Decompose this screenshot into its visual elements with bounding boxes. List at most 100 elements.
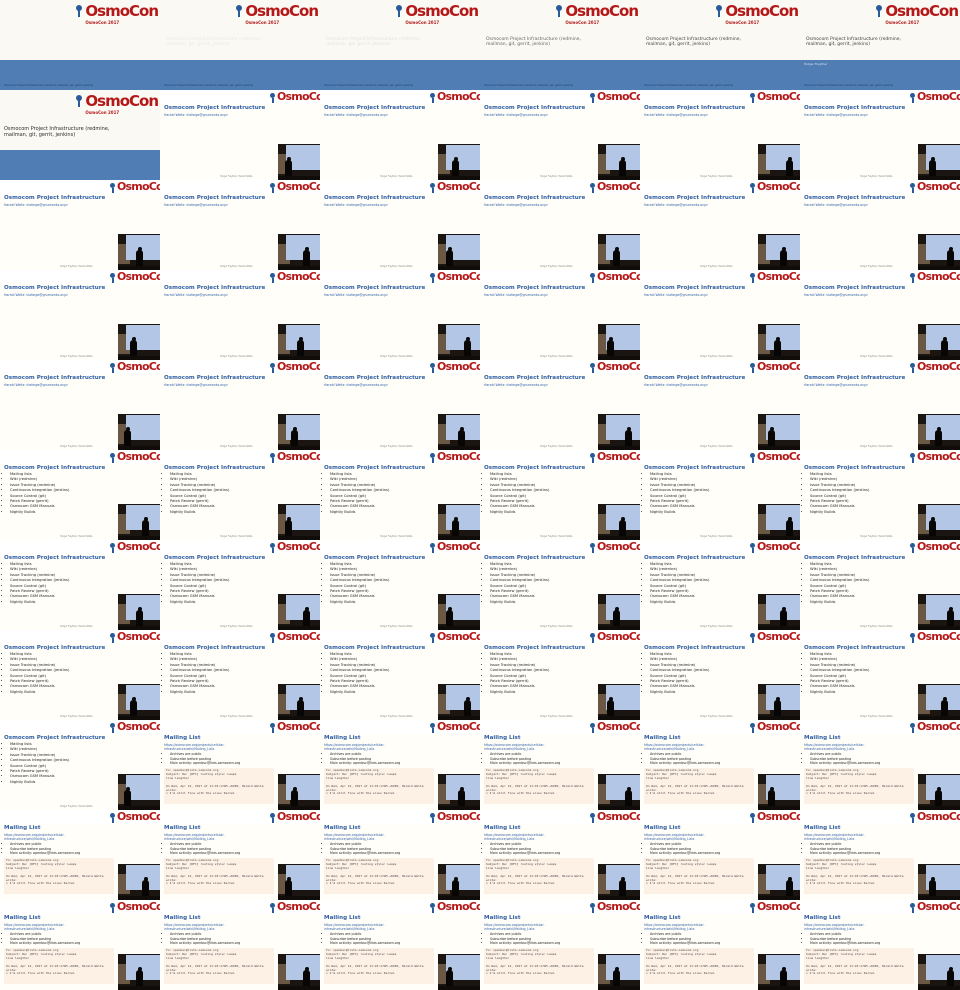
video-frame-thumbnail[interactable]: OsmoCon Osmocom Project InfrastructureMai… (0, 630, 160, 720)
camera-inset (438, 774, 480, 810)
slide-heading: Osmocom Project Infrastructure (804, 465, 906, 471)
video-frame-thumbnail[interactable]: OsmoCon Mailing List https://osmocom.org/p… (0, 900, 160, 990)
video-frame-thumbnail[interactable]: OsmoCon Osmocom Project InfrastructureMai… (480, 630, 640, 720)
video-frame-thumbnail[interactable]: OsmoCon Osmocom Project InfrastructureMai… (640, 540, 800, 630)
video-frame-thumbnail[interactable]: OsmoCon Osmocom Project Infrastructure Har… (320, 270, 480, 360)
video-frame-thumbnail[interactable]: OsmoCon Osmocom Project Infrastructure Har… (320, 180, 480, 270)
slide-header: OsmoCon (480, 180, 640, 194)
video-frame-thumbnail[interactable]: OsmoCon Osmocom Project InfrastructureMai… (0, 450, 160, 540)
slide-heading: Osmocom Project Infrastructure (164, 105, 266, 111)
video-frame-thumbnail[interactable]: OsmoCon Mailing List https://osmocom.org/p… (480, 720, 640, 810)
video-frame-thumbnail[interactable]: OsmoCon Osmocom Project InfrastructureMai… (800, 450, 960, 540)
video-frame-thumbnail[interactable]: OsmoCon Osmocom Project Infrastructure Har… (160, 180, 320, 270)
bullet-item: Main activity: openbsc@lists.osmocom.org (490, 851, 560, 856)
logo-slide: OsmoCon OsmoCon 2017 (0, 0, 160, 60)
video-frame-thumbnail[interactable]: OsmoCon OsmoCon 2017 Osmocom Project Infra… (800, 0, 960, 90)
video-frame-thumbnail[interactable]: OsmoCon Osmocom Project Infrastructure Har… (480, 90, 640, 180)
bullet-item: Continuous Integration (jenkins) (810, 668, 869, 673)
video-frame-thumbnail[interactable]: OsmoCon Osmocom Project Infrastructure Har… (160, 360, 320, 450)
video-frame-thumbnail[interactable]: OsmoCon Osmocom Project Infrastructure Har… (480, 180, 640, 270)
video-frame-thumbnail[interactable]: OsmoCon Mailing List https://osmocom.org/p… (640, 810, 800, 900)
slide-footer: Holger Freyther, Harald Welte (60, 715, 93, 718)
speaker-head (769, 427, 774, 431)
video-frame-thumbnail[interactable]: OsmoCon Osmocom Project Infrastructure Har… (800, 90, 960, 180)
video-frame-thumbnail[interactable]: OsmoCon Osmocom Project Infrastructure Har… (800, 180, 960, 270)
video-frame-thumbnail[interactable]: OsmoCon Osmocom Project InfrastructureMai… (640, 630, 800, 720)
video-frame-thumbnail[interactable]: OsmoCon Osmocom Project InfrastructureMai… (0, 540, 160, 630)
video-frame-thumbnail[interactable]: OsmoCon Osmocom Project Infrastructure Har… (640, 270, 800, 360)
logo-text: OsmoCon (277, 900, 320, 913)
speaker-head (769, 787, 774, 791)
video-frame-thumbnail[interactable]: OsmoCon Osmocom Project Infrastructure Har… (160, 270, 320, 360)
video-frame-thumbnail[interactable]: OsmoCon Mailing List https://osmocom.org/p… (640, 720, 800, 810)
video-frame-thumbnail[interactable]: OsmoCon Mailing List https://osmocom.org/p… (320, 720, 480, 810)
video-frame-thumbnail[interactable]: OsmoCon OsmoCon 2017 Osmocom Project Infra… (0, 0, 160, 90)
video-frame-thumbnail[interactable]: OsmoCon Osmocom Project InfrastructureMai… (0, 720, 160, 810)
video-frame-thumbnail[interactable]: OsmoCon Osmocom Project InfrastructureMai… (480, 540, 640, 630)
antenna-icon (555, 4, 563, 17)
video-frame-thumbnail[interactable]: OsmoCon Osmocom Project Infrastructure Har… (320, 90, 480, 180)
title-footer: Osmocom Project Infrastructure (redmine,… (644, 84, 734, 87)
video-frame-thumbnail[interactable]: OsmoCon Osmocom Project Infrastructure Har… (0, 270, 160, 360)
camera-inset (438, 414, 480, 450)
video-frame-thumbnail[interactable]: OsmoCon Osmocom Project InfrastructureMai… (800, 540, 960, 630)
video-frame-thumbnail[interactable]: OsmoCon Osmocom Project Infrastructure Har… (160, 90, 320, 180)
video-frame-thumbnail[interactable]: OsmoCon Mailing List https://osmocom.org/p… (800, 900, 960, 990)
video-frame-thumbnail[interactable]: OsmoCon Mailing List https://osmocom.org/p… (320, 900, 480, 990)
bullet-item: Continuous Integration (jenkins) (330, 668, 389, 673)
video-frame-thumbnail[interactable]: OsmoCon Osmocom Project Infrastructure Har… (640, 90, 800, 180)
video-frame-thumbnail[interactable]: OsmoCon Osmocom Project InfrastructureMai… (160, 450, 320, 540)
video-frame-thumbnail[interactable]: OsmoCon Mailing List https://osmocom.org/p… (640, 900, 800, 990)
camera-inset (118, 954, 160, 990)
slide-subtitle: Harald Welte <laforge@gnumonks.org> (324, 203, 389, 207)
video-frame-thumbnail[interactable]: OsmoCon Mailing List https://osmocom.org/p… (480, 900, 640, 990)
video-frame-thumbnail[interactable]: OsmoCon OsmoCon 2017 Osmocom Project Infra… (320, 0, 480, 90)
video-frame-thumbnail[interactable]: OsmoCon OsmoCon 2017 Osmocom Project Infra… (0, 90, 160, 180)
email-excerpt: To: openbsc@lists.osmocom.org Subject: Re… (324, 948, 434, 984)
video-frame-thumbnail[interactable]: OsmoCon Mailing List https://osmocom.org/p… (320, 810, 480, 900)
video-frame-thumbnail[interactable]: OsmoCon Mailing List https://osmocom.org/p… (480, 810, 640, 900)
title-slide: OsmoCon OsmoCon 2017 Osmocom Project Infra… (0, 90, 160, 180)
video-frame-thumbnail[interactable]: OsmoCon Mailing List https://osmocom.org/p… (160, 810, 320, 900)
video-frame-thumbnail[interactable]: OsmoCon Osmocom Project Infrastructure Har… (800, 360, 960, 450)
bullet-item: Nightly Builds (170, 690, 229, 695)
video-frame-thumbnail[interactable]: OsmoCon OsmoCon 2017 Osmocom Project Infra… (160, 0, 320, 90)
video-frame-thumbnail[interactable]: OsmoCon Osmocom Project InfrastructureMai… (160, 540, 320, 630)
video-frame-thumbnail[interactable]: OsmoCon Mailing List https://osmocom.org/p… (160, 720, 320, 810)
video-frame-thumbnail[interactable]: OsmoCon Mailing List https://osmocom.org/p… (0, 810, 160, 900)
bullet-item: Continuous Integration (jenkins) (490, 668, 549, 673)
video-frame-thumbnail[interactable]: OsmoCon Osmocom Project InfrastructureMai… (320, 630, 480, 720)
video-frame-thumbnail[interactable]: OsmoCon Osmocom Project InfrastructureMai… (320, 450, 480, 540)
slide-subtitle: Harald Welte <laforge@gnumonks.org> (804, 203, 869, 207)
video-frame-thumbnail[interactable]: OsmoCon OsmoCon 2017 Osmocom Project Infra… (480, 0, 640, 90)
slide-footer: Holger Freyther, Harald Welte (60, 265, 93, 268)
video-frame-thumbnail[interactable]: OsmoCon Mailing List https://osmocom.org/p… (160, 900, 320, 990)
bullet-list: Mailing listsWiki (redmine)Issue Trackin… (802, 472, 869, 515)
video-frame-thumbnail[interactable]: OsmoCon Osmocom Project InfrastructureMai… (320, 540, 480, 630)
video-frame-thumbnail[interactable]: OsmoCon Osmocom Project Infrastructure Har… (320, 360, 480, 450)
projector-screen (766, 685, 800, 710)
speaker-head (131, 337, 136, 341)
video-frame-thumbnail[interactable]: OsmoCon Osmocom Project Infrastructure Har… (640, 360, 800, 450)
video-frame-thumbnail[interactable]: OsmoCon Mailing List https://osmocom.org/p… (800, 720, 960, 810)
video-frame-thumbnail[interactable]: OsmoCon Osmocom Project Infrastructure Har… (0, 180, 160, 270)
slide-heading: Osmocom Project Infrastructure (484, 105, 586, 111)
logo-text: OsmoCon (757, 270, 800, 283)
slide-header: OsmoCon (320, 630, 480, 644)
video-frame-thumbnail[interactable]: OsmoCon Osmocom Project InfrastructureMai… (800, 630, 960, 720)
video-frame-thumbnail[interactable]: OsmoCon Mailing List https://osmocom.org/p… (800, 810, 960, 900)
video-frame-thumbnail[interactable]: OsmoCon OsmoCon 2017 Osmocom Project Infra… (640, 0, 800, 90)
video-frame-thumbnail[interactable]: OsmoCon Osmocom Project Infrastructure Har… (480, 270, 640, 360)
logo-text: OsmoCon (917, 270, 960, 283)
email-line: > I'm still fine with the Linux Kernel (6, 971, 75, 976)
video-frame-thumbnail[interactable]: OsmoCon Osmocom Project InfrastructureMai… (160, 630, 320, 720)
camera-inset (438, 684, 480, 720)
video-frame-thumbnail[interactable]: OsmoCon Osmocom Project Infrastructure Har… (0, 360, 160, 450)
video-frame-thumbnail[interactable]: OsmoCon Osmocom Project InfrastructureMai… (480, 450, 640, 540)
video-frame-thumbnail[interactable]: OsmoCon Osmocom Project Infrastructure Har… (800, 270, 960, 360)
video-frame-thumbnail[interactable]: OsmoCon Osmocom Project Infrastructure Har… (480, 360, 640, 450)
title-footer: Osmocom Project Infrastructure (redmine,… (4, 84, 94, 87)
video-frame-thumbnail[interactable]: OsmoCon Osmocom Project Infrastructure Har… (640, 180, 800, 270)
slide-header: OsmoCon (800, 810, 960, 824)
video-frame-thumbnail[interactable]: OsmoCon Osmocom Project InfrastructureMai… (640, 450, 800, 540)
